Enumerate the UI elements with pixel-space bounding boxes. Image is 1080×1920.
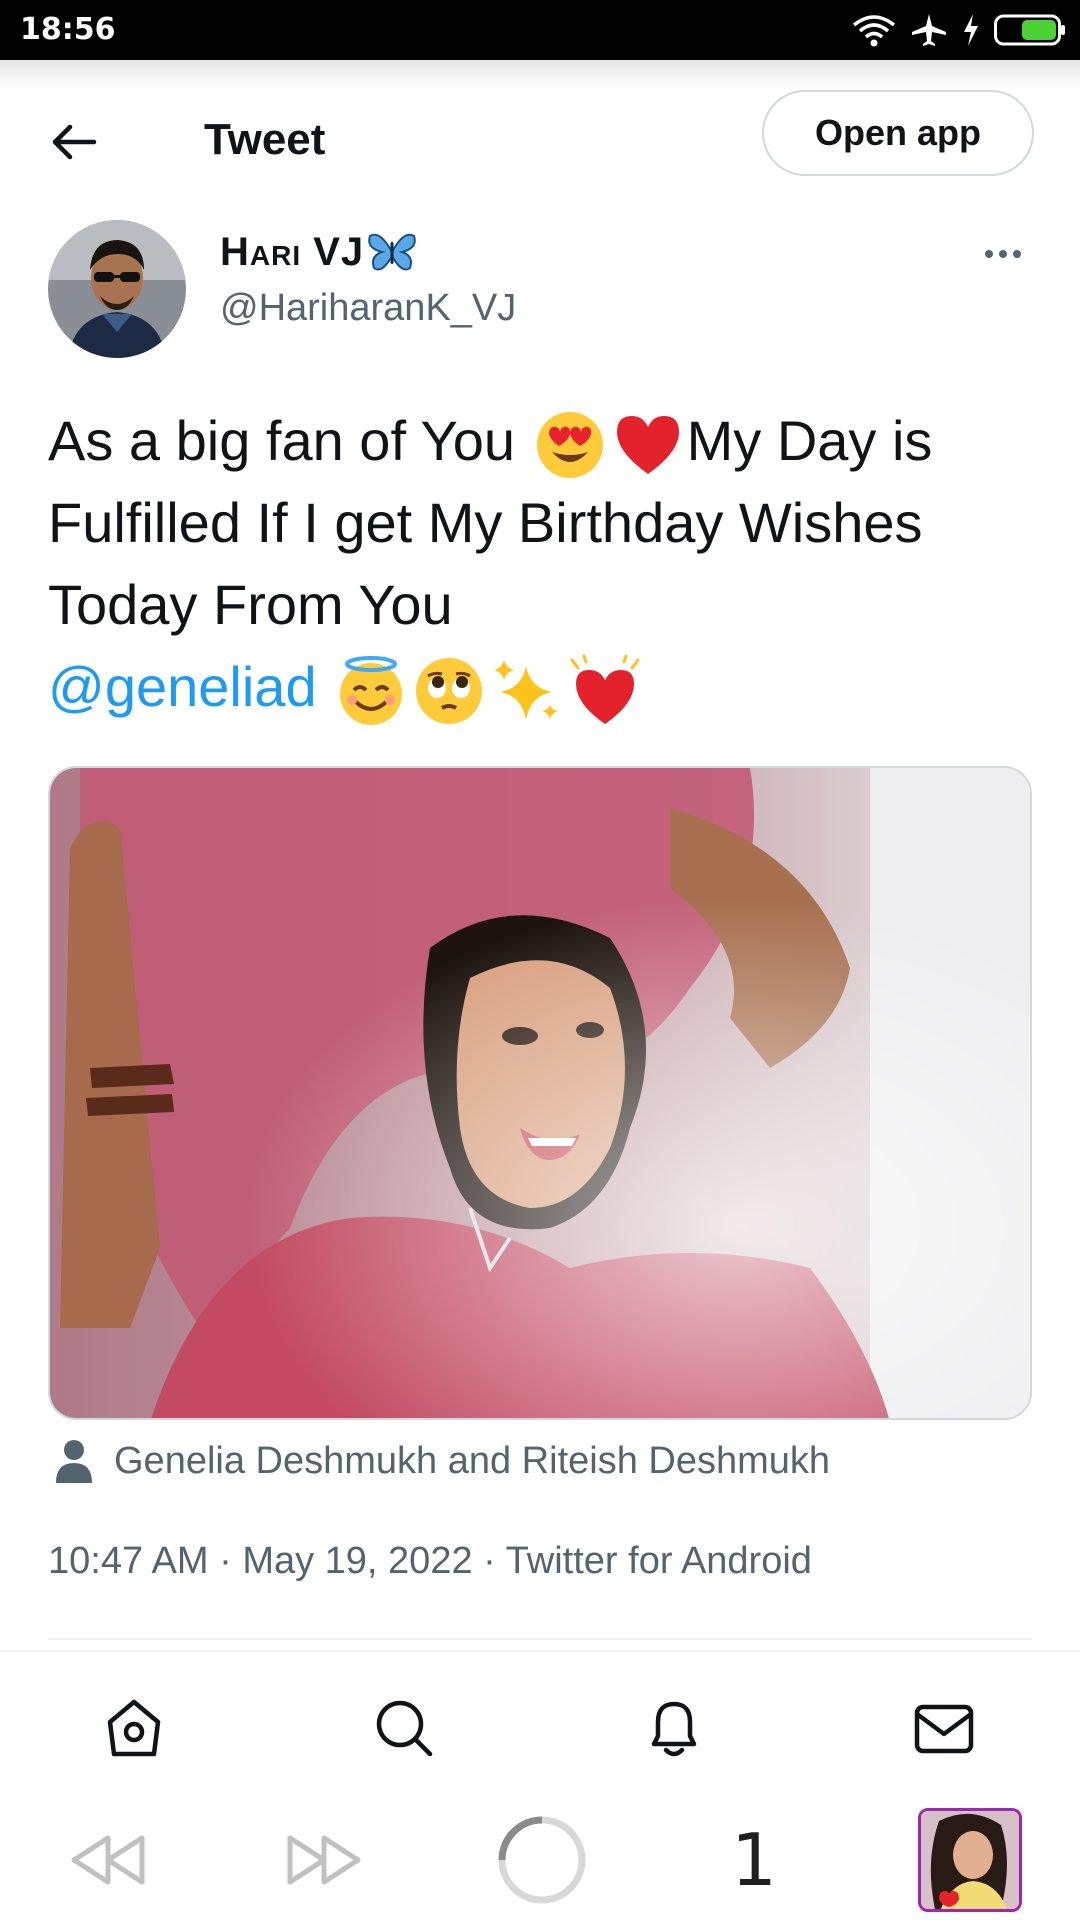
profile-thumbnail[interactable] xyxy=(918,1806,1022,1914)
airplane-icon xyxy=(912,14,946,46)
tweet-text: As a big fan of You My Day is Fulfilled … xyxy=(48,400,1038,728)
tweet-text-part-1: As a big fan of You xyxy=(48,409,531,472)
top-app-bar: Tweet Open app xyxy=(0,60,1080,210)
butterfly-icon xyxy=(368,233,416,271)
author-handle[interactable]: @HariharanK_VJ xyxy=(220,280,516,336)
more-button[interactable] xyxy=(978,234,1028,274)
author-avatar[interactable] xyxy=(48,220,186,358)
thumbnail-picture xyxy=(921,1811,1019,1909)
tab-count[interactable]: 1 xyxy=(724,1818,784,1902)
more-icon xyxy=(985,250,1021,258)
back-arrow-icon xyxy=(52,124,97,160)
mail-icon[interactable] xyxy=(912,1696,976,1760)
search-icon[interactable] xyxy=(372,1696,436,1760)
red-heart-emoji xyxy=(616,416,679,475)
home-icon[interactable] xyxy=(102,1696,166,1760)
tweet-photo[interactable] xyxy=(48,766,1032,1420)
heart-ribbon-emoji xyxy=(570,654,640,725)
avatar-image xyxy=(48,220,186,358)
charging-icon xyxy=(964,14,978,46)
author-name-row[interactable]: Hari VJ xyxy=(220,224,416,280)
fast-forward-button[interactable] xyxy=(284,1818,364,1902)
status-time: 18:56 xyxy=(20,12,116,47)
tweet-timestamp: 10:47 AM · May 19, 2022 · Twitter for An… xyxy=(48,1540,812,1582)
battery-icon xyxy=(994,14,1065,46)
tagged-users[interactable]: Genelia Deshmukh and Riteish Deshmukh xyxy=(54,1436,830,1486)
thumbnail-image[interactable] xyxy=(918,1808,1022,1912)
heart-eyes-emoji xyxy=(536,412,603,479)
mention-link[interactable]: @geneliad xyxy=(48,655,317,718)
tagged-users-text[interactable]: Genelia Deshmukh and Riteish Deshmukh xyxy=(114,1440,830,1483)
reload-button[interactable] xyxy=(494,1812,590,1908)
back-button[interactable] xyxy=(44,112,104,172)
status-icons xyxy=(852,10,1066,50)
person-icon xyxy=(56,1440,92,1483)
photo-image xyxy=(50,768,1030,1418)
page-title: Tweet xyxy=(204,115,326,164)
pleading-emoji xyxy=(416,658,483,725)
author-name[interactable]: Hari VJ xyxy=(220,224,364,280)
rewind-icon xyxy=(71,1835,145,1885)
halo-emoji xyxy=(340,656,403,726)
bell-icon[interactable] xyxy=(642,1696,706,1760)
browser-toolbar: 1 xyxy=(0,1800,1080,1920)
rewind-button[interactable] xyxy=(68,1818,148,1902)
status-bar: 18:56 xyxy=(0,0,1080,60)
open-app-button[interactable]: Open app xyxy=(762,90,1034,176)
fast-forward-icon xyxy=(287,1835,361,1885)
loading-icon xyxy=(498,1816,586,1904)
sparkles-emoji xyxy=(494,660,559,721)
wifi-icon xyxy=(852,15,896,47)
bottom-navigation xyxy=(0,1650,1080,1802)
divider xyxy=(48,1638,1032,1640)
tab-count-label[interactable]: 1 xyxy=(731,1818,777,1902)
header-shadow xyxy=(0,60,1080,90)
